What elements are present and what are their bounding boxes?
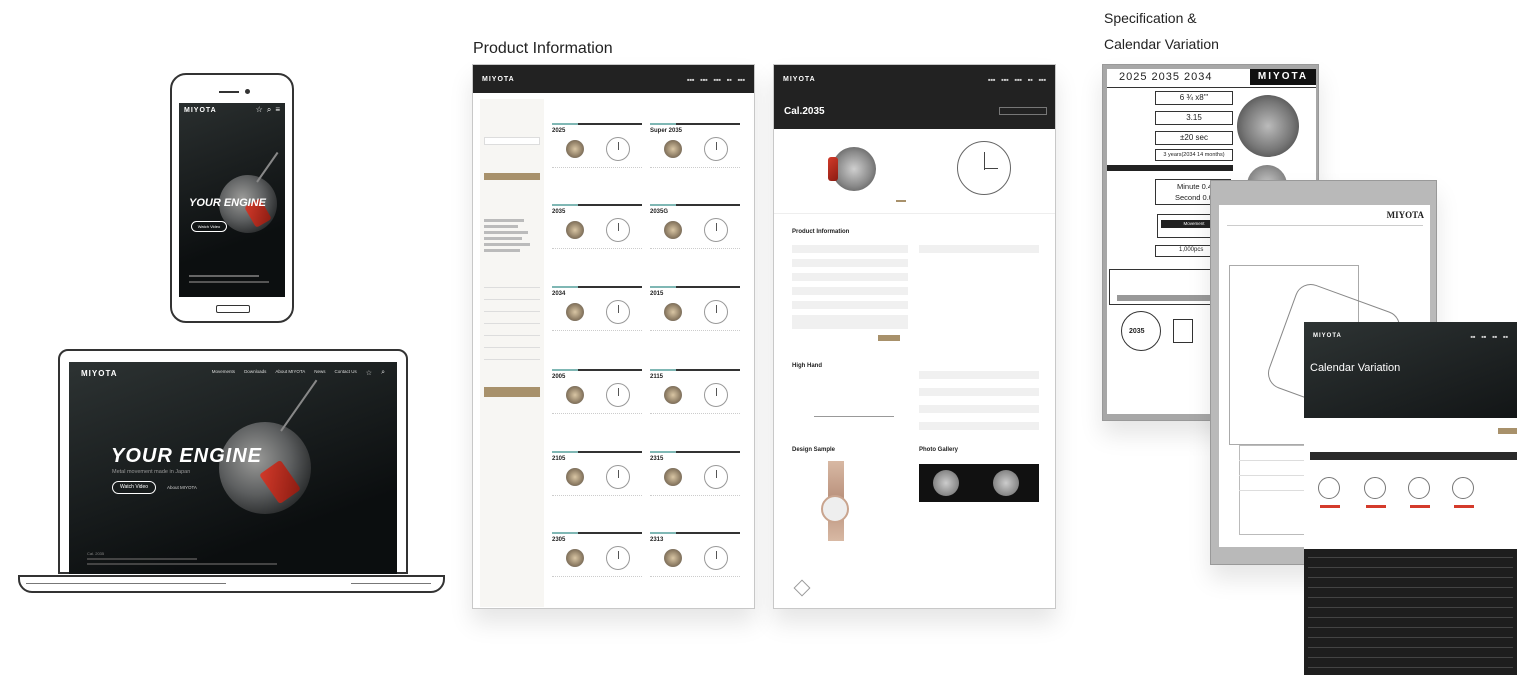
nav-news[interactable]: News	[314, 369, 325, 377]
spec-size-value: 6 ¾ x8'''	[1155, 91, 1233, 105]
nav-downloads[interactable]: Downloads	[244, 369, 266, 377]
detail-movement-image	[828, 147, 876, 191]
calendar-variation-page: MIYOTA ■■ ■■ ■■ ■■ Calendar Variation	[1304, 322, 1517, 675]
laptop-hero-subtitle: Metal movement made in Japan	[112, 469, 191, 475]
caption-calendar-variation: Calendar Variation	[1104, 36, 1219, 52]
product-card[interactable]: 2315	[650, 451, 740, 521]
download-button[interactable]	[878, 335, 900, 341]
calendar-dial-2	[1364, 477, 1386, 499]
product-detail-page: MIYOTA ■■■ ■■■ ■■■ ■■ ■■■ Cal.2035 Product I…	[773, 64, 1056, 609]
product-list-logo: MIYOTA	[482, 75, 515, 83]
product-card[interactable]: 2313	[650, 532, 740, 602]
spec-hand-label: 2035	[1129, 328, 1145, 335]
phone-speaker	[219, 91, 239, 93]
calendar-dial-1	[1318, 477, 1340, 499]
photo-gallery-strip	[919, 464, 1039, 502]
calendar-table	[1304, 549, 1517, 675]
phone-camera	[245, 89, 250, 94]
phone-logo: MIYOTA	[184, 106, 217, 114]
product-card[interactable]: 2305	[552, 532, 642, 602]
phone-mockup: MIYOTA ☆ ⌕ ≡ YOUR ENGINE Watch Video	[170, 73, 294, 323]
caption-specification: Specification &	[1104, 10, 1197, 26]
phone-screen: MIYOTA ☆ ⌕ ≡ YOUR ENGINE Watch Video	[179, 103, 285, 297]
calendar-dial-3	[1408, 477, 1430, 499]
product-card[interactable]: 2105	[552, 451, 642, 521]
phone-watch-video-button[interactable]: Watch Video	[191, 221, 227, 232]
spec-battery-value: 3 years(2034 14 months)	[1155, 149, 1233, 161]
spec-hand-dial: 2035	[1121, 311, 1161, 351]
phone-nav: MIYOTA ☆ ⌕ ≡	[179, 103, 285, 117]
product-card[interactable]: 2035	[552, 204, 642, 274]
caption-product-information: Product Information	[473, 40, 613, 57]
product-card[interactable]: 2034	[552, 286, 642, 356]
spec-logo: MIYOTA	[1250, 69, 1316, 85]
filter-sidebar	[480, 99, 544, 607]
spec-package-value: 1,000pcs	[1179, 247, 1204, 253]
laptop-movement-image	[219, 379, 318, 514]
laptop-logo: MIYOTA	[81, 368, 118, 378]
spec-height-value: 3.15	[1155, 111, 1233, 125]
search-button[interactable]	[484, 387, 540, 397]
nav-contact[interactable]: Contact Us	[335, 369, 357, 377]
laptop-caption: Cal. 2035	[87, 551, 105, 556]
star-icon[interactable]: ☆	[366, 369, 372, 377]
calendar-logo: MIYOTA	[1313, 333, 1342, 339]
product-card[interactable]: 2025	[552, 123, 642, 193]
detail-dial-image	[957, 141, 1011, 195]
calendar-title: Calendar Variation	[1310, 362, 1401, 374]
nav-about[interactable]: About MIYOTA	[275, 369, 305, 377]
section-product-information: Product Information	[792, 229, 850, 235]
product-card[interactable]: 2035G	[650, 204, 740, 274]
laptop-watch-video-button[interactable]: Watch Video	[112, 481, 156, 494]
menu-icon[interactable]: ≡	[275, 105, 280, 115]
calendar-dial-4	[1452, 477, 1474, 499]
product-card[interactable]: 2005	[552, 369, 642, 439]
section-photo-gallery: Photo Gallery	[919, 447, 959, 453]
detail-title: Cal.2035	[784, 106, 825, 117]
drawing-logo: MIYOTA	[1386, 210, 1424, 220]
spec-calibers: 2025 2035 2034	[1119, 71, 1213, 83]
phone-hero-title: YOUR ENGINE	[189, 197, 267, 209]
section-high-hand: High Hand	[792, 363, 822, 369]
star-icon[interactable]: ☆	[256, 105, 263, 115]
product-card[interactable]: 2115	[650, 369, 740, 439]
spec-accuracy-value: ±20 sec	[1155, 131, 1233, 145]
phone-home-button	[216, 305, 250, 313]
spec-movement-photo	[1237, 95, 1299, 157]
product-detail-header: MIYOTA ■■■ ■■■ ■■■ ■■ ■■■	[783, 75, 1046, 83]
laptop-base	[18, 575, 445, 593]
product-list-header: MIYOTA ■■■ ■■■ ■■■ ■■ ■■■	[473, 65, 754, 93]
laptop-lid: MIYOTA Movements Downloads About MIYOTA …	[58, 349, 408, 574]
product-card[interactable]: Super 2035	[650, 123, 740, 193]
search-icon[interactable]: ⌕	[381, 369, 385, 377]
section-design-sample: Design Sample	[792, 447, 836, 453]
laptop-about-link[interactable]: About MIYOTA	[167, 485, 197, 490]
product-detail-logo: MIYOTA	[783, 75, 816, 83]
product-card[interactable]: 2015	[650, 286, 740, 356]
search-icon[interactable]: ⌕	[267, 105, 271, 115]
laptop-screen: MIYOTA Movements Downloads About MIYOTA …	[69, 362, 397, 574]
nav-movements[interactable]: Movements	[212, 369, 235, 377]
laptop-hero-title: YOUR ENGINE	[111, 445, 263, 467]
product-list-page: MIYOTA ■■■ ■■■ ■■■ ■■ ■■■ 2025 Super 2035 20…	[472, 64, 755, 609]
